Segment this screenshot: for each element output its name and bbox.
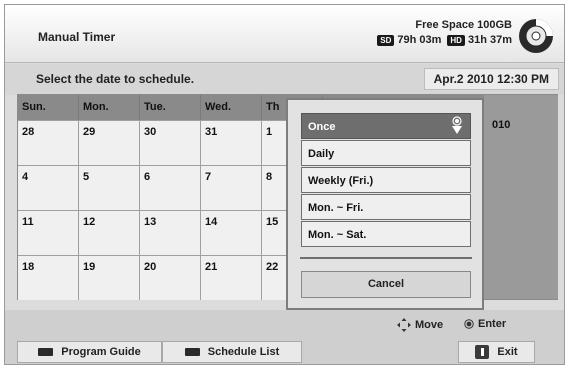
manual-timer-screen: Manual Timer Free Space 100GB SD 79h 03m… <box>4 4 565 365</box>
recording-time-remaining: SD 79h 03m HD 31h 37m <box>377 34 512 46</box>
repeat-options-popup: Once Daily Weekly (Fri.) Mon. ~ Fri. Mon… <box>286 98 484 310</box>
header: Manual Timer Free Space 100GB SD 79h 03m… <box>5 5 564 63</box>
option-daily[interactable]: Daily <box>301 140 471 166</box>
program-guide-label: Program Guide <box>61 346 141 358</box>
move-hint: Move <box>397 318 443 332</box>
option-label: Mon. ~ Fri. <box>308 202 364 214</box>
day-header-wed: Wed. <box>201 95 262 120</box>
footer: Move Enter Program Guide Schedule List E… <box>5 310 564 364</box>
enter-hint-label: Enter <box>478 318 507 330</box>
schedule-list-label: Schedule List <box>207 346 280 358</box>
sd-time: 79h 03m <box>397 34 442 46</box>
option-weekly[interactable]: Weekly (Fri.) <box>301 167 471 193</box>
option-mon-fri[interactable]: Mon. ~ Fri. <box>301 194 471 220</box>
radio-selected-icon <box>452 116 462 126</box>
option-mon-sat[interactable]: Mon. ~ Sat. <box>301 221 471 247</box>
current-date-time: Apr.2 2010 12:30 PM <box>423 68 559 90</box>
subheader: Select the date to schedule. Apr.2 2010 … <box>5 64 564 95</box>
calendar-day-cell[interactable]: 12 <box>79 211 140 255</box>
calendar-day-cell[interactable]: 21 <box>201 256 262 300</box>
day-header-tue: Tue. <box>140 95 201 120</box>
calendar-day-cell[interactable]: 5 <box>79 166 140 210</box>
calendar-day-cell[interactable]: 7 <box>201 166 262 210</box>
cancel-button[interactable]: Cancel <box>301 271 471 298</box>
schedule-list-button[interactable]: Schedule List <box>162 341 302 363</box>
calendar-day-cell[interactable]: 29 <box>79 121 140 165</box>
calendar-day-cell[interactable]: 19 <box>79 256 140 300</box>
free-space-label: Free Space 100GB <box>415 19 512 31</box>
move-hint-label: Move <box>415 319 444 331</box>
page-title: Manual Timer <box>38 30 116 44</box>
partial-date-label: 010 <box>492 119 511 131</box>
calendar-day-cell[interactable]: 31 <box>201 121 262 165</box>
red-key-icon <box>38 348 54 356</box>
program-guide-button[interactable]: Program Guide <box>17 341 162 363</box>
option-label: Once <box>308 121 336 133</box>
hd-badge: HD <box>447 34 465 46</box>
option-once[interactable]: Once <box>301 113 471 139</box>
exit-button[interactable]: Exit <box>458 341 535 363</box>
option-label: Mon. ~ Sat. <box>308 229 367 241</box>
hd-time: 31h 37m <box>467 34 512 46</box>
calendar-day-cell[interactable]: 20 <box>140 256 201 300</box>
sd-badge: SD <box>377 34 395 46</box>
option-label: Daily <box>308 148 335 160</box>
calendar-day-cell[interactable]: 6 <box>140 166 201 210</box>
calendar-right-panel: 010 <box>484 95 558 299</box>
move-arrows-icon <box>397 318 411 332</box>
dropdown-arrow-icon <box>452 126 462 134</box>
calendar-day-cell[interactable]: 14 <box>201 211 262 255</box>
disc-usage-icon <box>519 19 553 53</box>
instruction-text: Select the date to schedule. <box>36 72 195 86</box>
exit-label: Exit <box>497 346 518 358</box>
calendar-day-cell[interactable]: 13 <box>140 211 201 255</box>
day-header-sun: Sun. <box>18 95 79 120</box>
calendar-day-cell[interactable]: 4 <box>18 166 79 210</box>
exit-icon <box>475 345 490 359</box>
selected-indicator <box>452 116 462 134</box>
calendar-day-cell[interactable]: 30 <box>140 121 201 165</box>
calendar-day-cell[interactable]: 18 <box>18 256 79 300</box>
enter-hint: Enter <box>464 318 506 330</box>
enter-button-icon <box>464 319 474 329</box>
day-header-mon: Mon. <box>79 95 140 120</box>
green-key-icon <box>184 348 200 356</box>
popup-divider <box>300 257 472 259</box>
calendar-day-cell[interactable]: 11 <box>18 211 79 255</box>
calendar-day-cell[interactable]: 28 <box>18 121 79 165</box>
option-label: Weekly (Fri.) <box>308 175 374 187</box>
